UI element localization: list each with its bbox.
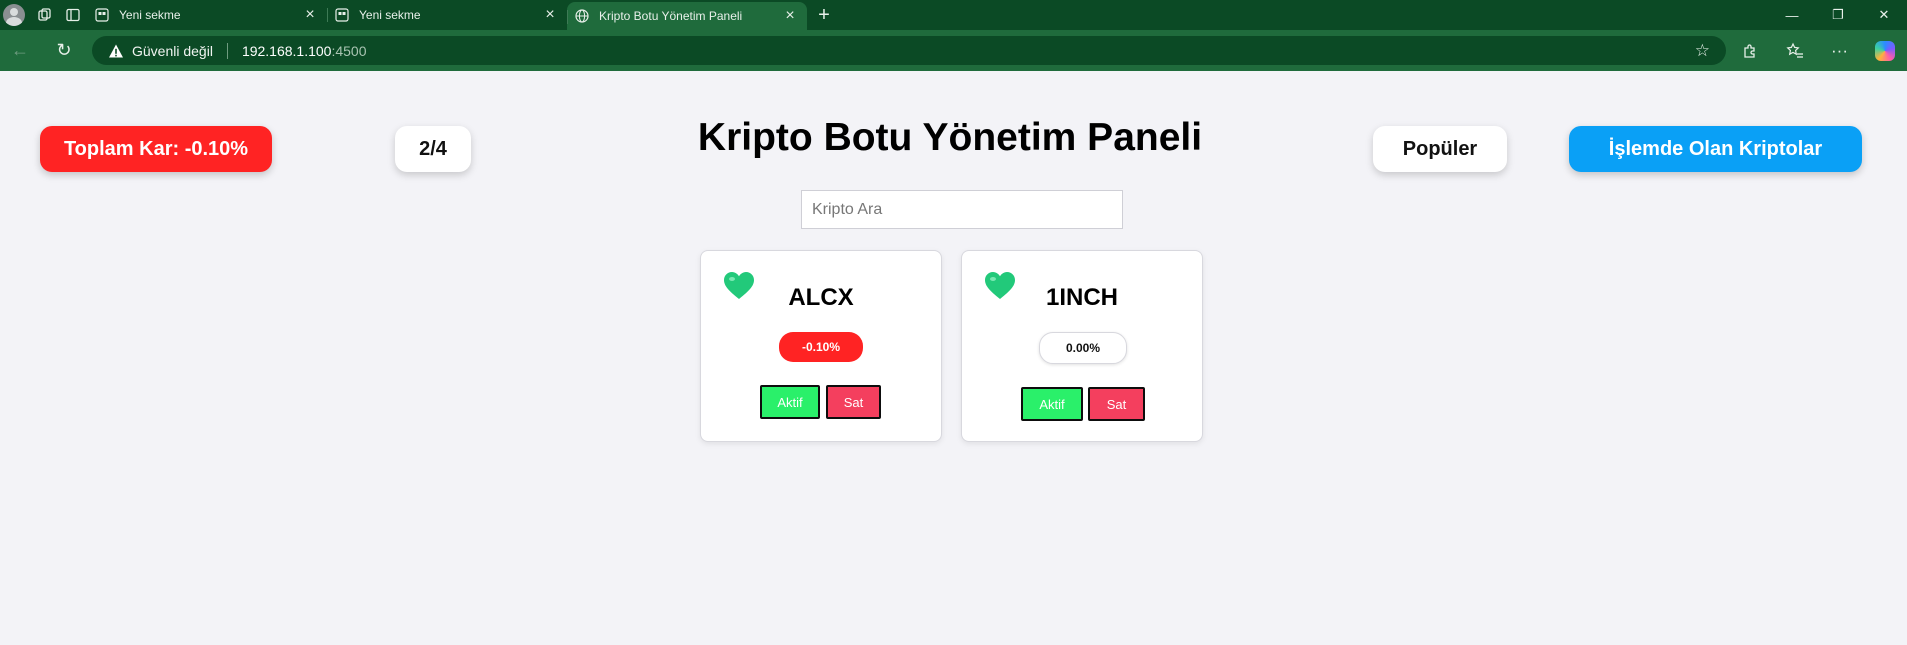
page-title: Kripto Botu Yönetim Paneli	[697, 116, 1203, 159]
url-field[interactable]: Güvenli değil 192.168.1.100:4500 ☆	[92, 36, 1726, 65]
new-tab-page-icon	[95, 8, 109, 22]
close-tab-icon[interactable]: ×	[301, 6, 319, 24]
url-port: :4500	[331, 42, 367, 59]
url-host: 192.168.1.100	[241, 42, 332, 59]
browser-address-bar: ← ↻ Güvenli değil 192.168.1.100:4500 ☆ ·…	[0, 30, 1907, 71]
crypto-card: ALCX -0.10% Aktif Sat	[700, 250, 942, 442]
new-tab-page-icon	[335, 8, 349, 22]
coin-change-badge: -0.10%	[779, 332, 863, 362]
back-arrow-icon[interactable]: ←	[2, 32, 38, 68]
coin-name: 1INCH	[1045, 284, 1118, 311]
coin-change-badge: 0.00%	[1039, 332, 1127, 364]
crypto-search-input[interactable]	[801, 190, 1123, 229]
security-label[interactable]: Güvenli değil	[132, 43, 213, 59]
more-options-icon[interactable]: ···	[1817, 33, 1862, 69]
tab-new-2[interactable]: Yeni sekme ×	[327, 0, 567, 30]
refresh-icon[interactable]: ↻	[46, 32, 82, 68]
new-tab-plus-icon[interactable]: +	[809, 0, 839, 30]
total-profit-button[interactable]: Toplam Kar: -0.10%	[40, 126, 272, 172]
active-button[interactable]: Aktif	[1021, 387, 1083, 421]
page-content: Toplam Kar: -0.10% 2/4 Kripto Botu Yönet…	[0, 71, 1907, 645]
extensions-icon[interactable]	[1727, 33, 1772, 69]
close-tab-icon[interactable]: ×	[541, 6, 559, 24]
tab-title: Yeni sekme	[119, 8, 181, 22]
globe-icon	[575, 9, 589, 23]
favorite-star-icon[interactable]: ☆	[1695, 41, 1710, 61]
copilot-icon[interactable]	[1862, 33, 1907, 69]
crypto-card: 1INCH 0.00% Aktif Sat	[961, 250, 1203, 442]
tab-crypto-panel[interactable]: Kripto Botu Yönetim Paneli ×	[567, 2, 807, 30]
page-indicator-button[interactable]: 2/4	[395, 126, 471, 172]
close-window-icon[interactable]: ✕	[1861, 0, 1907, 30]
trading-cryptos-button[interactable]: İşlemde Olan Kriptolar	[1569, 126, 1862, 172]
close-tab-icon[interactable]: ×	[781, 7, 799, 25]
favorites-list-icon[interactable]	[1772, 33, 1817, 69]
popular-button[interactable]: Popüler	[1373, 126, 1507, 172]
browser-tab-bar: Yeni sekme × Yeni sekme × Kripto Botu Yö…	[0, 0, 1907, 30]
workspaces-icon[interactable]	[31, 1, 59, 29]
restore-icon[interactable]: ❐	[1815, 0, 1861, 30]
sell-button[interactable]: Sat	[1088, 387, 1145, 421]
tab-title: Kripto Botu Yönetim Paneli	[599, 9, 743, 23]
warning-triangle-icon[interactable]	[108, 43, 124, 59]
tab-title: Yeni sekme	[359, 8, 421, 22]
minimize-icon[interactable]: —	[1769, 0, 1815, 30]
sell-button[interactable]: Sat	[826, 385, 881, 419]
vertical-tabs-icon[interactable]	[59, 1, 87, 29]
url-divider	[226, 42, 228, 59]
coin-name: ALCX	[788, 284, 854, 311]
profile-avatar-icon[interactable]	[3, 4, 25, 26]
tab-new-1[interactable]: Yeni sekme ×	[87, 0, 327, 30]
active-button[interactable]: Aktif	[760, 385, 820, 419]
